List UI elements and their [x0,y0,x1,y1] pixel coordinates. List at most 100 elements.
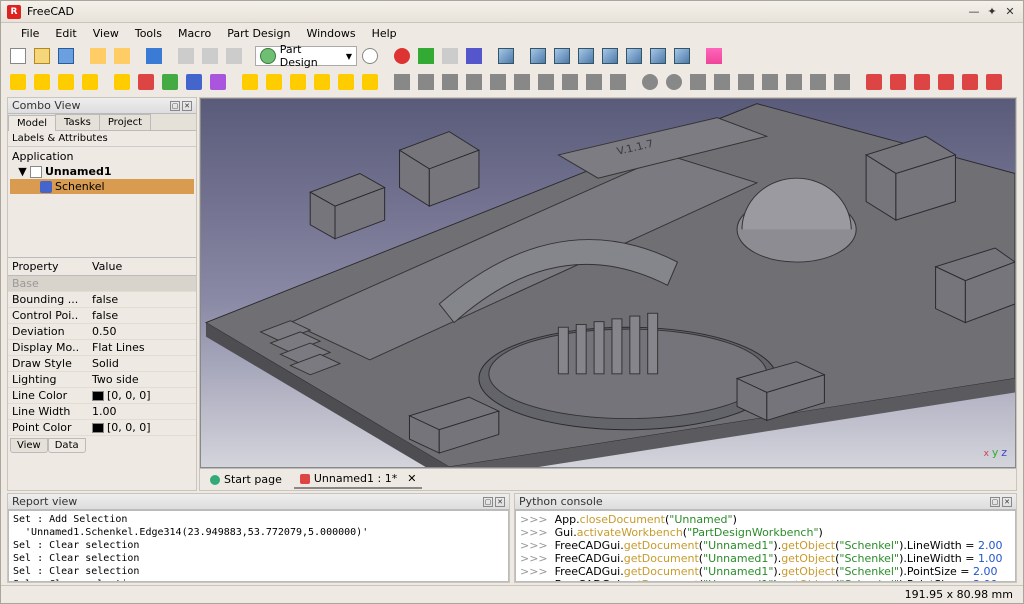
python-console-body[interactable]: >>> App.closeDocument("Unnamed")>>> Gui.… [515,510,1016,582]
view-right-button[interactable] [599,45,621,67]
menu-partdesign[interactable]: Part Design [221,25,296,42]
dm-4-button[interactable] [935,71,957,93]
view-left-button[interactable] [671,45,693,67]
tab-model[interactable]: Model [8,115,56,131]
save-button[interactable] [55,45,77,67]
3d-viewport[interactable]: V.1.1.7 [200,98,1016,468]
view-front-button[interactable] [551,45,573,67]
sk-2-button[interactable] [415,71,437,93]
dm-2-button[interactable] [887,71,909,93]
macro-list-button[interactable] [439,45,461,67]
prop-row[interactable]: Line Color[0, 0, 0] [8,388,196,404]
prop-row[interactable]: Draw StyleSolid [8,356,196,372]
prop-tab-view[interactable]: View [10,438,48,453]
panel-close-icon[interactable]: ✕ [182,101,192,111]
menu-edit[interactable]: Edit [49,25,82,42]
undo-button[interactable] [87,45,109,67]
minimize-button[interactable]: — [967,5,981,19]
macro-stop-button[interactable] [415,45,437,67]
sk-3-button[interactable] [439,71,461,93]
prop-row[interactable]: Base [8,276,196,292]
combo-view-header[interactable]: Combo View ▢✕ [8,98,196,114]
sk-9-button[interactable] [583,71,605,93]
shape-box-button[interactable] [7,71,29,93]
cut-button[interactable] [175,45,197,67]
tree-item-schenkel[interactable]: Schenkel [10,179,194,194]
sk-5-button[interactable] [487,71,509,93]
titlebar[interactable]: R FreeCAD — ✦ ✕ [1,1,1023,23]
zoom-fit-button[interactable] [495,45,517,67]
sk-8-button[interactable] [559,71,581,93]
cn-5-button[interactable] [735,71,757,93]
cn-3-button[interactable] [687,71,709,93]
prim-4-button[interactable] [183,71,205,93]
panel-float-icon[interactable]: ▢ [990,497,1000,507]
sk-7-button[interactable] [535,71,557,93]
panel-close-icon[interactable]: ✕ [1002,497,1012,507]
prim-1-button[interactable] [111,71,133,93]
tree-doc[interactable]: ▼Unnamed1 [10,164,194,179]
prop-row[interactable]: Control Poi..false [8,308,196,324]
paste-button[interactable] [223,45,245,67]
cn-9-button[interactable] [831,71,853,93]
cn-7-button[interactable] [783,71,805,93]
prim-2-button[interactable] [135,71,157,93]
menu-tools[interactable]: Tools [129,25,168,42]
prim-5-button[interactable] [207,71,229,93]
maximize-button[interactable]: ✦ [985,5,999,19]
menu-file[interactable]: File [15,25,45,42]
new-button[interactable] [7,45,29,67]
measure-button[interactable] [703,45,725,67]
sk-10-button[interactable] [607,71,629,93]
cn-1-button[interactable] [639,71,661,93]
view-rear-button[interactable] [623,45,645,67]
macro-run-button[interactable] [463,45,485,67]
prop-col-value[interactable]: Value [88,258,196,275]
macro-record-button[interactable] [391,45,413,67]
tab-close-icon[interactable]: ✕ [407,472,416,485]
part-6-button[interactable] [359,71,381,93]
dm-5-button[interactable] [959,71,981,93]
sk-4-button[interactable] [463,71,485,93]
tab-project[interactable]: Project [99,114,151,130]
view-tab-start[interactable]: Start page [204,471,288,488]
cn-2-button[interactable] [663,71,685,93]
tree-view[interactable]: Application ▼Unnamed1 Schenkel [8,147,196,257]
prop-row[interactable]: Deviation0.50 [8,324,196,340]
dm-3-button[interactable] [911,71,933,93]
menu-windows[interactable]: Windows [300,25,361,42]
prop-row[interactable]: Display Mo..Flat Lines [8,340,196,356]
tree-root[interactable]: Application [10,149,194,164]
prop-row[interactable]: LightingTwo side [8,372,196,388]
part-1-button[interactable] [239,71,261,93]
refresh-button[interactable] [143,45,165,67]
menu-help[interactable]: Help [366,25,403,42]
prop-tab-data[interactable]: Data [48,438,86,453]
part-5-button[interactable] [335,71,357,93]
close-button[interactable]: ✕ [1003,5,1017,19]
sk-6-button[interactable] [511,71,533,93]
report-view-body[interactable]: Set : Add Selection 'Unnamed1.Schenkel.E… [8,510,509,582]
prop-row[interactable]: Line Width1.00 [8,404,196,420]
menu-macro[interactable]: Macro [172,25,217,42]
shape-cylinder-button[interactable] [31,71,53,93]
panel-close-icon[interactable]: ✕ [495,497,505,507]
open-button[interactable] [31,45,53,67]
view-top-button[interactable] [575,45,597,67]
dm-6-button[interactable] [983,71,1005,93]
dm-1-button[interactable] [863,71,885,93]
view-iso-button[interactable] [527,45,549,67]
prop-row[interactable]: Bounding ...false [8,292,196,308]
menu-view[interactable]: View [87,25,125,42]
workbench-selector[interactable]: Part Design ▼ [255,46,357,66]
prop-row[interactable]: Point Color[0, 0, 0] [8,420,196,436]
whatsthis-button[interactable] [359,45,381,67]
panel-float-icon[interactable]: ▢ [170,101,180,111]
shape-sphere-button[interactable] [55,71,77,93]
part-2-button[interactable] [263,71,285,93]
tab-tasks[interactable]: Tasks [55,114,100,130]
shape-cone-button[interactable] [79,71,101,93]
view-tab-doc[interactable]: Unnamed1 : 1*✕ [294,470,423,489]
cn-8-button[interactable] [807,71,829,93]
redo-button[interactable] [111,45,133,67]
